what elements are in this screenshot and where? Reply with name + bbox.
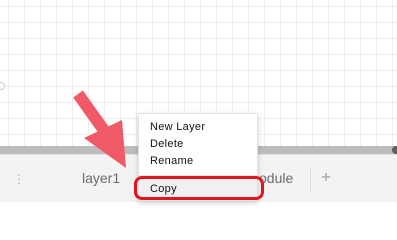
copy-highlight-box <box>134 176 264 200</box>
add-tab-icon[interactable]: + <box>318 169 334 187</box>
menu-item-rename[interactable]: Rename <box>139 152 257 170</box>
tab-divider <box>310 167 311 193</box>
tab-module-label: odule <box>259 170 294 186</box>
tab-layer1-label: layer1 <box>82 170 121 186</box>
canvas-edge-marker <box>0 82 5 90</box>
menu-item-new-layer[interactable]: New Layer <box>139 118 257 136</box>
drag-handle-icon[interactable]: ⋮ <box>12 171 26 187</box>
tab-module[interactable]: odule <box>258 155 308 202</box>
pointer-arrow-icon <box>73 90 126 168</box>
scrollbar-thumb[interactable] <box>392 146 397 154</box>
menu-item-delete[interactable]: Delete <box>139 135 257 153</box>
